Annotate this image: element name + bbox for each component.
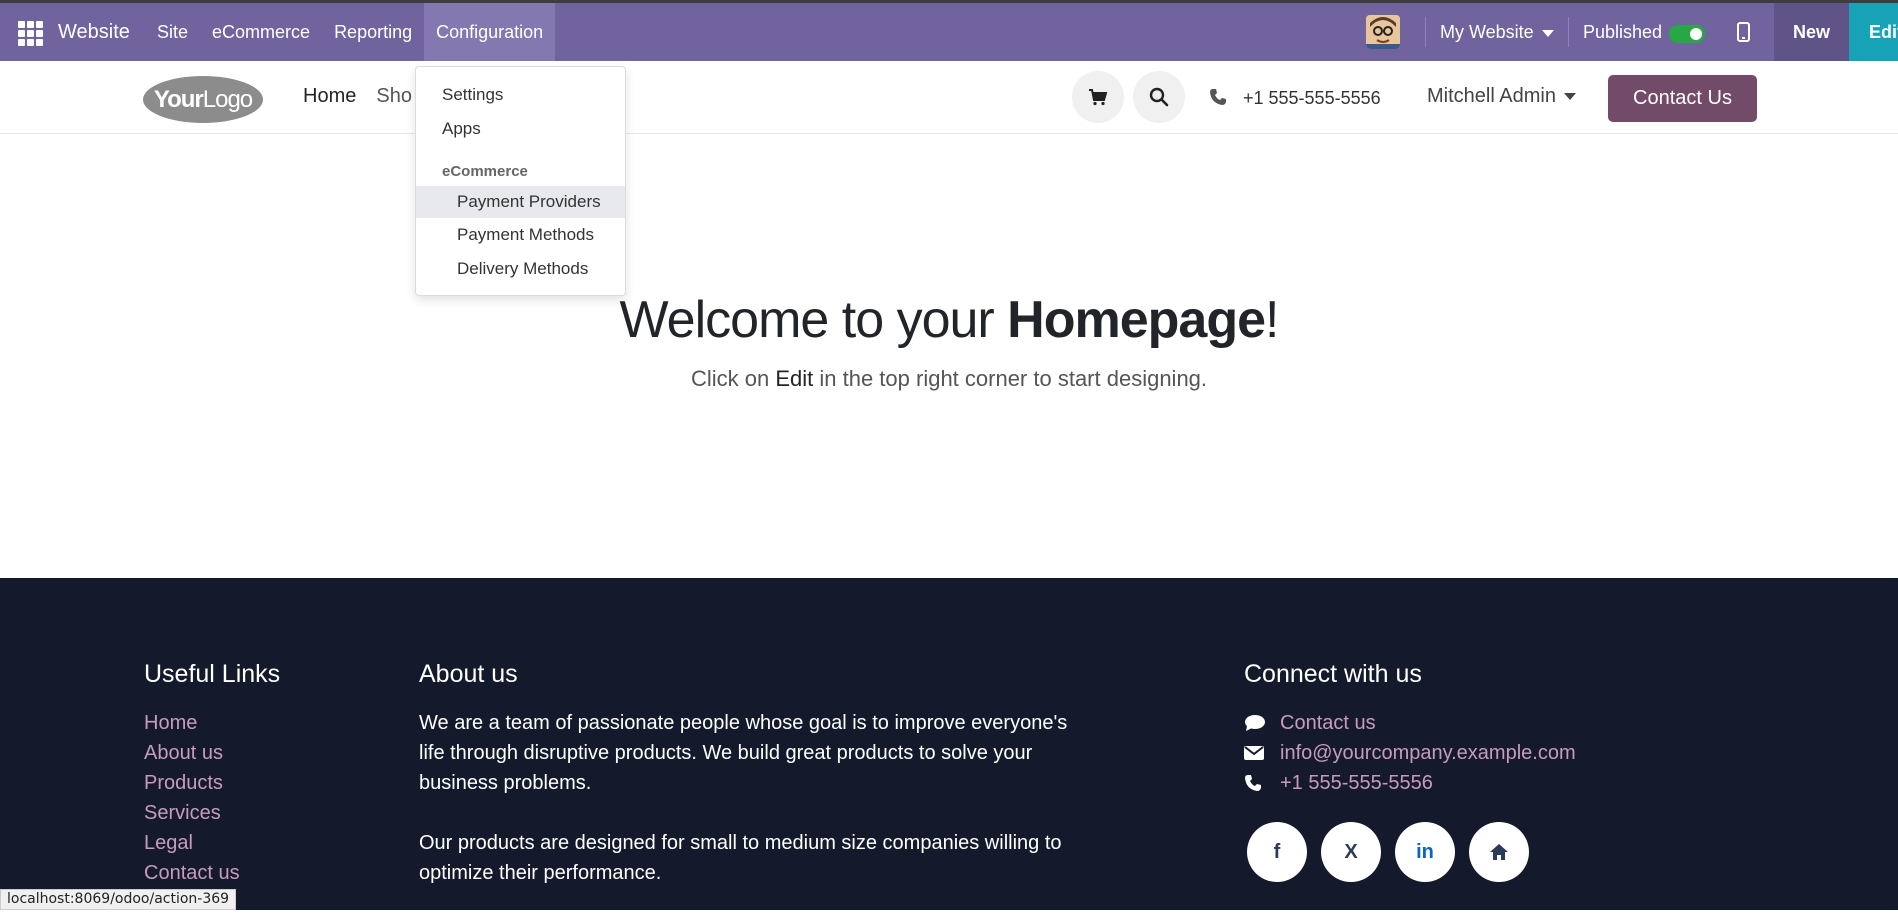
cart-icon: [1089, 89, 1108, 106]
published-label: Published: [1583, 22, 1663, 42]
phone-icon: [1245, 775, 1261, 791]
footer-connect-title: Connect with us: [1244, 660, 1422, 688]
search-icon: [1149, 87, 1169, 107]
footer-contact-row: Contact us: [1244, 708, 1576, 738]
footer-link-legal[interactable]: Legal: [144, 828, 240, 858]
footer-about-title: About us: [419, 660, 518, 688]
hero-title-suffix: !: [1265, 291, 1279, 349]
site-logo[interactable]: YourLogo: [143, 76, 263, 123]
nav-home[interactable]: Home: [303, 85, 356, 108]
new-button[interactable]: New: [1774, 3, 1849, 61]
top-menu: Site eCommerce Reporting Configuration: [145, 3, 556, 61]
logo-text-logo: Logo: [202, 86, 253, 113]
footer-about-text: We are a team of passionate people whose…: [419, 708, 1079, 918]
my-website-dropdown[interactable]: My Website: [1440, 22, 1554, 43]
browser-status-bar: localhost:8069/odoo/action-369: [0, 889, 237, 910]
footer-link-services[interactable]: Services: [144, 798, 240, 828]
cart-button[interactable]: [1072, 71, 1124, 123]
dropdown-item-payment-methods[interactable]: Payment Methods: [416, 219, 625, 251]
hero-sub-suffix: in the top right corner to start designi…: [813, 366, 1208, 391]
dropdown-item-payment-providers[interactable]: Payment Providers: [416, 186, 625, 218]
footer-about-paragraph: Our products are designed for small to m…: [419, 832, 1062, 884]
user-dropdown[interactable]: Mitchell Admin: [1427, 85, 1576, 108]
footer-phone-link[interactable]: +1 555-555-5556: [1280, 768, 1433, 798]
app-brand[interactable]: Website: [58, 21, 130, 44]
footer-contact-row: info@yourcompany.example.com: [1244, 738, 1576, 768]
site-footer: Useful Links Home About us Products Serv…: [0, 578, 1898, 910]
mobile-preview-icon[interactable]: [1737, 22, 1750, 42]
envelope-icon: [1244, 746, 1264, 760]
admin-topbar: Website Site eCommerce Reporting Configu…: [0, 0, 1898, 61]
x-twitter-icon[interactable]: X: [1321, 822, 1381, 882]
chevron-down-icon: [1563, 93, 1576, 101]
footer-about-paragraph: We are a team of passionate people whose…: [419, 712, 1068, 794]
footer-useful-links-title: Useful Links: [144, 660, 281, 688]
phone-icon: [1210, 89, 1226, 105]
footer-contact-list: Contact us info@yourcompany.example.com …: [1244, 708, 1576, 798]
menu-ecommerce[interactable]: eCommerce: [200, 3, 322, 61]
hero-title-prefix: Welcome to your: [619, 291, 1008, 349]
dropdown-item-settings[interactable]: Settings: [416, 79, 625, 111]
footer-link-contact[interactable]: Contact us: [144, 858, 240, 888]
user-name: Mitchell Admin: [1427, 85, 1556, 107]
user-avatar[interactable]: [1366, 15, 1400, 49]
edit-button[interactable]: Edit: [1849, 3, 1898, 61]
apps-grid-icon[interactable]: [18, 21, 43, 46]
dropdown-section-header: eCommerce: [442, 163, 528, 180]
footer-link-products[interactable]: Products: [144, 768, 240, 798]
published-toggle[interactable]: [1669, 25, 1705, 43]
my-website-label: My Website: [1440, 22, 1534, 42]
menu-reporting[interactable]: Reporting: [322, 3, 424, 61]
dropdown-item-apps[interactable]: Apps: [416, 113, 625, 145]
topbar-divider: [1425, 17, 1426, 47]
hero-title: Welcome to your Homepage!: [0, 290, 1898, 350]
hero-title-bold: Homepage: [1007, 291, 1266, 349]
hero-sub-prefix: Click on: [690, 366, 776, 391]
menu-site[interactable]: Site: [145, 3, 200, 61]
contact-us-button[interactable]: Contact Us: [1608, 75, 1757, 122]
site-nav: Home Sho: [303, 85, 412, 108]
nav-shop[interactable]: Sho: [376, 85, 412, 108]
comment-icon: [1245, 715, 1265, 731]
website-header: YourLogo Home Sho +1 555-555-5556 Mitche…: [0, 61, 1898, 134]
home-icon[interactable]: [1469, 822, 1529, 882]
hero-subtitle: Click on Edit in the top right corner to…: [0, 366, 1898, 392]
footer-contact-us-link[interactable]: Contact us: [1280, 708, 1376, 738]
chevron-down-icon: [1541, 29, 1554, 37]
footer-link-home[interactable]: Home: [144, 708, 240, 738]
facebook-icon[interactable]: f: [1247, 822, 1307, 882]
footer-contact-row: +1 555-555-5556: [1244, 768, 1576, 798]
hero-sub-edit: Edit: [775, 366, 814, 391]
footer-link-about[interactable]: About us: [144, 738, 240, 768]
dropdown-item-delivery-methods[interactable]: Delivery Methods: [416, 253, 625, 285]
search-button[interactable]: [1133, 71, 1185, 123]
footer-links: Home About us Products Services Legal Co…: [144, 708, 240, 888]
social-links: f X in: [1247, 822, 1529, 882]
logo-text-your: Your: [153, 86, 204, 113]
linkedin-icon[interactable]: in: [1395, 822, 1455, 882]
footer-email-link[interactable]: info@yourcompany.example.com: [1280, 738, 1576, 768]
topbar-divider: [1568, 17, 1569, 47]
configuration-dropdown: Settings Apps eCommerce Payment Provider…: [415, 66, 626, 296]
header-phone[interactable]: +1 555-555-5556: [1243, 88, 1381, 109]
menu-configuration[interactable]: Configuration: [424, 3, 556, 61]
